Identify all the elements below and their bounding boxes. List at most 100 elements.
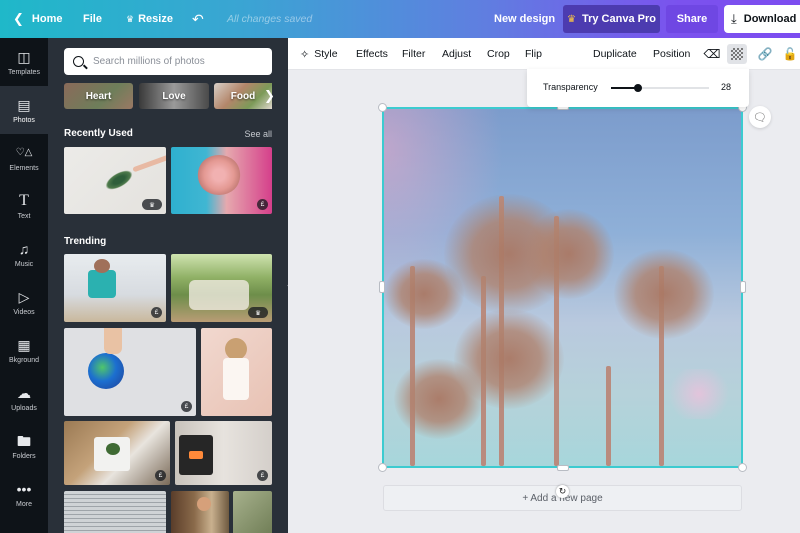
slider-knob[interactable] <box>634 84 643 92</box>
crown-icon: ♛ <box>142 199 162 210</box>
photo-thumb[interactable]: ♛ <box>64 147 166 214</box>
top-bar: ❮ Home File ♛ Resize ↶ All changes saved… <box>0 0 800 38</box>
share-button[interactable]: Share <box>666 5 718 33</box>
transparency-popover: Transparency 28 <box>527 69 749 107</box>
comment-icon: 🗨 <box>753 111 767 124</box>
resize-label: Resize <box>138 13 173 25</box>
paint-roller-icon[interactable]: ⌫ <box>702 44 722 64</box>
file-menu-button[interactable]: File <box>83 0 102 38</box>
crown-icon: ♛ <box>567 13 576 25</box>
category-chips: Heart Love Food ❯ <box>64 83 279 109</box>
link-icon[interactable]: 🔗 <box>755 44 775 64</box>
palm-frond <box>614 249 714 339</box>
photos-panel: Heart Love Food ❯ Recently Used See all … <box>48 38 288 533</box>
template-icon: ◫ <box>17 49 31 65</box>
rail-item-videos[interactable]: ▷ Videos <box>0 278 48 326</box>
rail-item-photos[interactable]: ▤ Photos <box>0 86 48 134</box>
more-icon: ••• <box>16 481 32 497</box>
upload-cloud-icon: ☁ <box>17 385 31 401</box>
chevron-right-icon[interactable]: ❯ <box>264 88 275 104</box>
folder-icon: 🖿 <box>17 433 31 449</box>
new-design-button[interactable]: New design <box>494 0 555 38</box>
home-button[interactable]: ❮ Home <box>13 0 62 38</box>
undo-button[interactable]: ↶ <box>192 0 204 38</box>
shapes-icon: ♡△ <box>15 147 33 158</box>
photo-thumb[interactable]: ♛ <box>171 254 272 322</box>
palm-trunk <box>606 366 611 466</box>
lock-icon[interactable]: 🔓 <box>780 44 800 64</box>
photo-thumb[interactable]: £ <box>175 421 272 485</box>
resize-handle-sw[interactable] <box>378 463 387 472</box>
photo-thumb[interactable]: £ <box>64 254 166 322</box>
undo-icon: ↶ <box>192 10 204 27</box>
chip-heart[interactable]: Heart <box>64 83 133 109</box>
photo-icon: ▤ <box>17 97 31 113</box>
download-label: Download <box>743 13 797 25</box>
transparency-slider[interactable] <box>611 84 709 92</box>
paid-badge: £ <box>155 470 166 481</box>
resize-handle-se[interactable] <box>738 463 747 472</box>
add-comment-button[interactable]: 🗨 <box>749 106 771 128</box>
duplicate-button[interactable]: Duplicate <box>593 38 637 70</box>
rail-item-music[interactable]: ♫ Music <box>0 230 48 278</box>
paid-badge: £ <box>257 470 268 481</box>
photo-thumb[interactable]: £ <box>171 147 272 214</box>
try-pro-label: Try Canva Pro <box>581 13 656 25</box>
photo-thumb[interactable] <box>233 491 272 533</box>
position-button[interactable]: Position <box>653 38 690 70</box>
try-canva-pro-button[interactable]: ♛ Try Canva Pro <box>563 5 660 33</box>
photo-search[interactable] <box>64 48 272 75</box>
transparency-button[interactable] <box>727 44 747 64</box>
paid-badge: £ <box>181 401 192 412</box>
photo-thumb[interactable]: £ <box>64 421 170 485</box>
rail-item-text[interactable]: T Text <box>0 182 48 230</box>
rotate-handle[interactable]: ↻ <box>556 485 569 498</box>
design-page-image[interactable] <box>382 107 743 468</box>
resize-button[interactable]: ♛ Resize <box>126 0 173 38</box>
rail-item-templates[interactable]: ◫ Templates <box>0 38 48 86</box>
rail-item-folders[interactable]: 🖿 Folders <box>0 422 48 470</box>
crop-button[interactable]: Crop <box>487 38 510 70</box>
flip-button[interactable]: Flip <box>525 38 542 70</box>
background-icon: ▦ <box>17 337 31 353</box>
rotate-icon: ↻ <box>558 486 567 496</box>
photo-thumb[interactable] <box>171 491 229 533</box>
transparency-icon <box>731 48 743 60</box>
sparkle-icon: ✧ <box>300 48 310 61</box>
search-icon <box>73 56 84 67</box>
style-label: Style <box>314 48 338 60</box>
see-all-link[interactable]: See all <box>244 129 272 139</box>
resize-handle-e[interactable] <box>740 281 746 293</box>
video-icon: ▷ <box>18 289 30 305</box>
rail-item-elements[interactable]: ♡△ Elements <box>0 134 48 182</box>
recently-used-title: Recently Used <box>64 128 133 139</box>
rail-item-uploads[interactable]: ☁ Uploads <box>0 374 48 422</box>
music-icon: ♫ <box>18 241 30 257</box>
photo-thumb[interactable] <box>64 491 166 533</box>
resize-handle-nw[interactable] <box>378 103 387 112</box>
paid-badge: £ <box>257 199 268 210</box>
save-status: All changes saved <box>227 13 313 25</box>
download-button[interactable]: ⤓ Download <box>724 5 800 33</box>
download-icon: ⤓ <box>731 11 737 26</box>
rail-item-more[interactable]: ••• More <box>0 470 48 518</box>
search-input[interactable] <box>93 56 263 67</box>
photo-thumb[interactable] <box>201 328 272 416</box>
home-label: Home <box>31 13 63 25</box>
chevron-left-icon: ❮ <box>13 11 24 26</box>
side-rail: ◫ Templates ▤ Photos ♡△ Elements T Text … <box>0 38 48 533</box>
palm-frond <box>454 309 564 409</box>
crown-icon: ♛ <box>248 307 268 318</box>
style-button[interactable]: ✧ Style <box>300 38 338 70</box>
text-icon: T <box>19 192 29 209</box>
resize-handle-w[interactable] <box>379 281 385 293</box>
effects-button[interactable]: Effects <box>356 38 388 70</box>
resize-handle-s[interactable] <box>557 465 569 471</box>
paid-badge: £ <box>151 307 162 318</box>
chip-love[interactable]: Love <box>139 83 209 109</box>
adjust-button[interactable]: Adjust <box>442 38 471 70</box>
filter-button[interactable]: Filter <box>402 38 425 70</box>
rail-item-background[interactable]: ▦ Bkground <box>0 326 48 374</box>
photo-thumb[interactable]: £ <box>64 328 196 416</box>
transparency-value[interactable]: 28 <box>721 82 731 92</box>
